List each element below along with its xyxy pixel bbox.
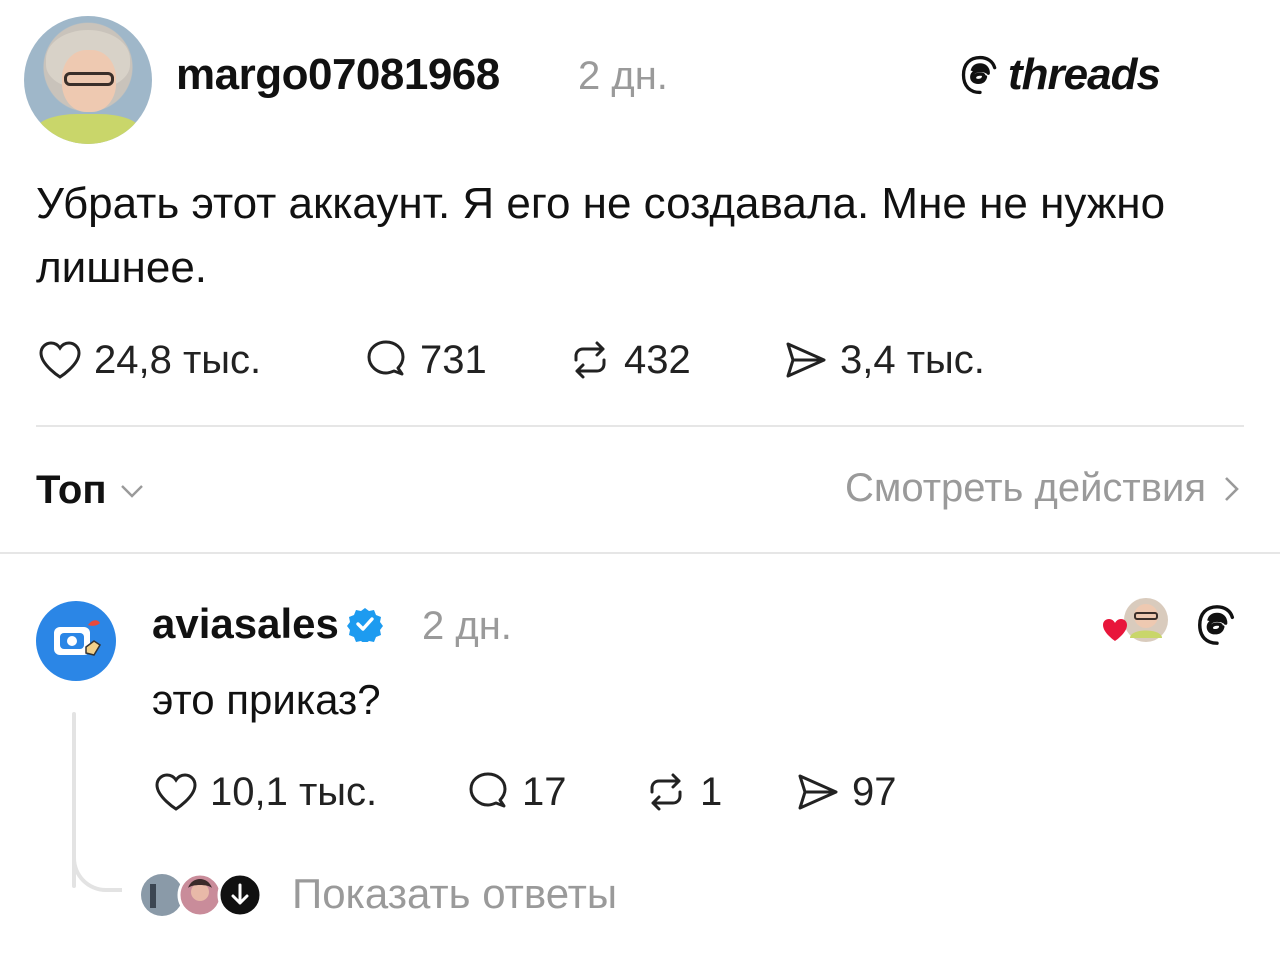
comment-icon <box>367 340 405 376</box>
view-actions-label: Смотреть действия <box>844 466 1206 510</box>
avatar-glasses <box>64 72 114 86</box>
comment-button[interactable]: 731 <box>362 332 487 388</box>
author-avatar[interactable] <box>24 16 152 144</box>
post-text: Убрать этот аккаунт. Я его не создавала.… <box>36 179 1166 292</box>
heart-icon <box>39 341 81 379</box>
repost-count: 432 <box>624 337 691 382</box>
show-replies-button[interactable]: Показать ответы <box>292 870 617 918</box>
send-icon <box>798 774 838 810</box>
reply-share-count: 97 <box>852 769 897 814</box>
reply-like-button[interactable]: 10,1 тыс. <box>152 764 377 820</box>
reply-username: aviasales <box>152 600 339 647</box>
reply-username-row[interactable]: aviasales <box>152 600 383 648</box>
view-actions-link[interactable]: Смотреть действия <box>845 466 1244 511</box>
send-icon <box>786 342 826 378</box>
verified-badge-icon <box>346 608 383 642</box>
reply-like-count: 10,1 тыс. <box>210 769 378 814</box>
liked-by-author-avatar[interactable] <box>1100 596 1170 646</box>
threads-wordmark: threads <box>1008 50 1161 99</box>
replier-avatars[interactable] <box>140 870 270 920</box>
sort-dropdown[interactable]: Топ <box>36 468 147 513</box>
reply-time: 2 дн. <box>422 604 512 648</box>
repost-icon <box>574 341 606 379</box>
aviasales-logo-icon <box>54 620 102 656</box>
reply-repost-button[interactable]: 1 <box>642 764 722 820</box>
share-button[interactable]: 3,4 тыс. <box>782 332 985 388</box>
threads-icon <box>961 55 997 95</box>
reply-share-button[interactable]: 97 <box>794 764 897 820</box>
threads-logo: threads <box>958 50 1161 100</box>
threads-icon <box>1198 605 1235 645</box>
chevron-right-icon <box>1225 476 1239 501</box>
repost-button[interactable]: 432 <box>566 332 691 388</box>
comment-icon <box>469 772 507 808</box>
reply-avatar[interactable] <box>36 601 116 681</box>
author-username[interactable]: margo07081968 <box>176 50 500 100</box>
repost-icon <box>650 773 682 811</box>
heart-icon <box>155 773 197 811</box>
reply-comment-button[interactable]: 17 <box>464 764 567 820</box>
avatar-shirt <box>36 114 140 144</box>
reply-text: это приказ? <box>152 676 381 723</box>
thread-connector <box>72 840 122 892</box>
reply-repost-count: 1 <box>700 769 723 814</box>
chevron-down-icon <box>120 484 143 498</box>
share-count: 3,4 тыс. <box>840 337 985 382</box>
like-count: 24,8 тыс. <box>94 337 262 382</box>
divider <box>36 425 1244 427</box>
reply-comment-count: 17 <box>522 769 567 814</box>
like-button[interactable]: 24,8 тыс. <box>36 332 261 388</box>
section-divider <box>0 552 1280 554</box>
post-time: 2 дн. <box>578 54 668 98</box>
sort-label: Топ <box>36 468 107 512</box>
comment-count: 731 <box>420 337 487 382</box>
